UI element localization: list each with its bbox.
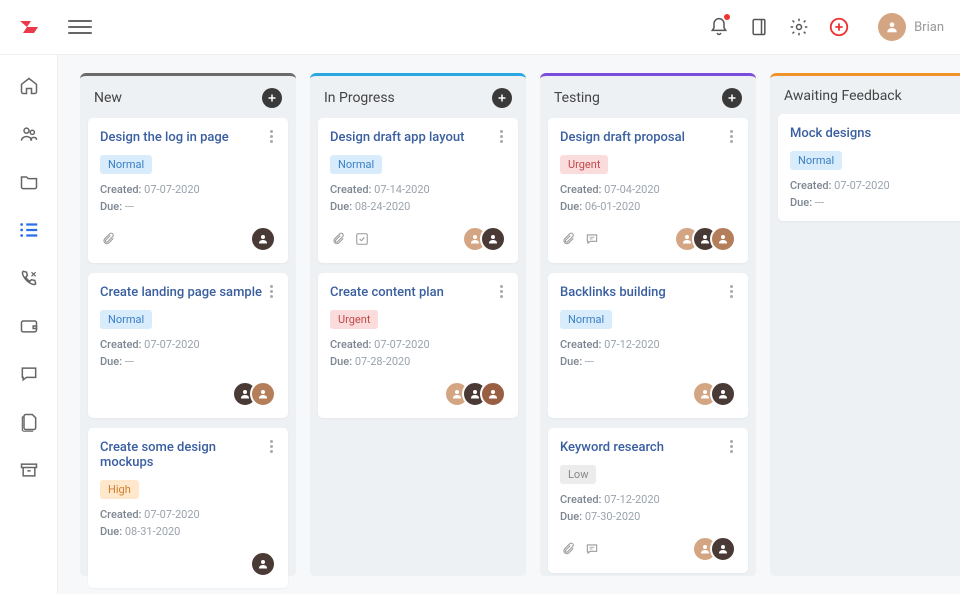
card-meta: Created: 07-07-2020 Due: 07-28-2020 bbox=[330, 337, 506, 370]
priority-tag: Urgent bbox=[330, 310, 378, 329]
avatar[interactable] bbox=[710, 226, 736, 252]
column: In Progress Design draft app layout Norm… bbox=[310, 73, 526, 576]
card[interactable]: Design draft app layout Normal Created: … bbox=[318, 118, 518, 263]
priority-tag: Normal bbox=[330, 155, 382, 174]
priority-tag: Normal bbox=[100, 310, 152, 329]
card-menu-icon[interactable] bbox=[724, 283, 738, 299]
card-menu-icon[interactable] bbox=[724, 128, 738, 144]
sidebar-item-list[interactable] bbox=[18, 219, 40, 241]
card-title: Design the log in page bbox=[100, 130, 276, 145]
sidebar-item-home[interactable] bbox=[18, 75, 40, 97]
notification-dot bbox=[724, 14, 730, 20]
user-menu[interactable]: Brian bbox=[878, 13, 944, 41]
card[interactable]: Create content plan Urgent Created: 07-0… bbox=[318, 273, 518, 418]
sidebar-item-call[interactable] bbox=[18, 267, 40, 289]
avatar[interactable] bbox=[250, 381, 276, 407]
card-title: Backlinks building bbox=[560, 285, 736, 300]
card[interactable]: Keyword research Low Created: 07-12-2020… bbox=[548, 428, 748, 573]
add-card-button[interactable] bbox=[722, 88, 742, 108]
avatar[interactable] bbox=[250, 226, 276, 252]
sidebar-item-docs[interactable] bbox=[18, 411, 40, 433]
attach-icon[interactable] bbox=[560, 541, 576, 557]
card[interactable]: Mock designs Normal Created: 07-07-2020 … bbox=[778, 114, 960, 221]
check-icon[interactable] bbox=[354, 231, 370, 247]
priority-tag: Low bbox=[560, 465, 596, 484]
settings-icon[interactable] bbox=[788, 16, 810, 38]
column-title: Testing bbox=[554, 90, 600, 106]
card-title: Design draft proposal bbox=[560, 130, 736, 145]
priority-tag: Urgent bbox=[560, 155, 608, 174]
attach-icon[interactable] bbox=[560, 231, 576, 247]
column: New Design the log in page Normal Create… bbox=[80, 73, 296, 576]
column: Testing Design draft proposal Urgent Cre… bbox=[540, 73, 756, 576]
avatar[interactable] bbox=[710, 536, 736, 562]
card-title: Keyword research bbox=[560, 440, 736, 455]
card-meta: Created: 07-07-2020 Due: --- bbox=[790, 178, 960, 211]
attach-icon[interactable] bbox=[330, 231, 346, 247]
card-menu-icon[interactable] bbox=[954, 124, 960, 140]
card-meta: Created: 07-12-2020 Due: 07-30-2020 bbox=[560, 492, 736, 525]
notebook-icon[interactable] bbox=[748, 16, 770, 38]
card-meta: Created: 07-07-2020 Due: --- bbox=[100, 337, 276, 370]
card[interactable]: Design the log in page Normal Created: 0… bbox=[88, 118, 288, 263]
card[interactable]: Create some design mockups High Created:… bbox=[88, 428, 288, 588]
card-meta: Created: 07-04-2020 Due: 06-01-2020 bbox=[560, 182, 736, 215]
card-meta: Created: 07-07-2020 Due: --- bbox=[100, 182, 276, 215]
priority-tag: Normal bbox=[100, 155, 152, 174]
card-title: Mock designs bbox=[790, 126, 960, 141]
sidebar-item-people[interactable] bbox=[18, 123, 40, 145]
notifications-icon[interactable] bbox=[708, 16, 730, 38]
card-menu-icon[interactable] bbox=[264, 128, 278, 144]
card-title: Create some design mockups bbox=[100, 440, 276, 470]
comment-icon[interactable] bbox=[584, 541, 600, 557]
avatar[interactable] bbox=[710, 381, 736, 407]
attach-icon[interactable] bbox=[100, 231, 116, 247]
add-card-button[interactable] bbox=[262, 88, 282, 108]
column-title: New bbox=[94, 90, 122, 106]
column-title: In Progress bbox=[324, 90, 395, 106]
card-menu-icon[interactable] bbox=[724, 438, 738, 454]
card-menu-icon[interactable] bbox=[494, 128, 508, 144]
column: Awaiting Feedback Mock designs Normal Cr… bbox=[770, 73, 960, 576]
avatar[interactable] bbox=[250, 551, 276, 577]
sidebar-item-chat[interactable] bbox=[18, 363, 40, 385]
card-title: Create content plan bbox=[330, 285, 506, 300]
avatar[interactable] bbox=[480, 226, 506, 252]
sidebar-item-folder[interactable] bbox=[18, 171, 40, 193]
menu-toggle[interactable] bbox=[68, 15, 92, 39]
comment-icon[interactable] bbox=[584, 231, 600, 247]
card-meta: Created: 07-14-2020 Due: 08-24-2020 bbox=[330, 182, 506, 215]
avatar bbox=[878, 13, 906, 41]
logo[interactable] bbox=[0, 15, 58, 39]
sidebar-item-wallet[interactable] bbox=[18, 315, 40, 337]
card-title: Design draft app layout bbox=[330, 130, 506, 145]
card[interactable]: Create landing page sample Normal Create… bbox=[88, 273, 288, 418]
card[interactable]: Backlinks building Normal Created: 07-12… bbox=[548, 273, 748, 418]
card-menu-icon[interactable] bbox=[264, 283, 278, 299]
priority-tag: Normal bbox=[790, 151, 842, 170]
card[interactable]: Design draft proposal Urgent Created: 07… bbox=[548, 118, 748, 263]
avatar[interactable] bbox=[480, 381, 506, 407]
card-meta: Created: 07-07-2020 Due: 08-31-2020 bbox=[100, 507, 276, 540]
priority-tag: Normal bbox=[560, 310, 612, 329]
priority-tag: High bbox=[100, 480, 139, 499]
card-title: Create landing page sample bbox=[100, 285, 276, 300]
sidebar-item-archive[interactable] bbox=[18, 459, 40, 481]
add-card-button[interactable] bbox=[492, 88, 512, 108]
card-menu-icon[interactable] bbox=[494, 283, 508, 299]
column-title: Awaiting Feedback bbox=[784, 88, 902, 104]
user-name-label: Brian bbox=[914, 20, 944, 35]
card-meta: Created: 07-12-2020 Due: --- bbox=[560, 337, 736, 370]
add-icon[interactable] bbox=[828, 16, 850, 38]
card-menu-icon[interactable] bbox=[264, 438, 278, 454]
